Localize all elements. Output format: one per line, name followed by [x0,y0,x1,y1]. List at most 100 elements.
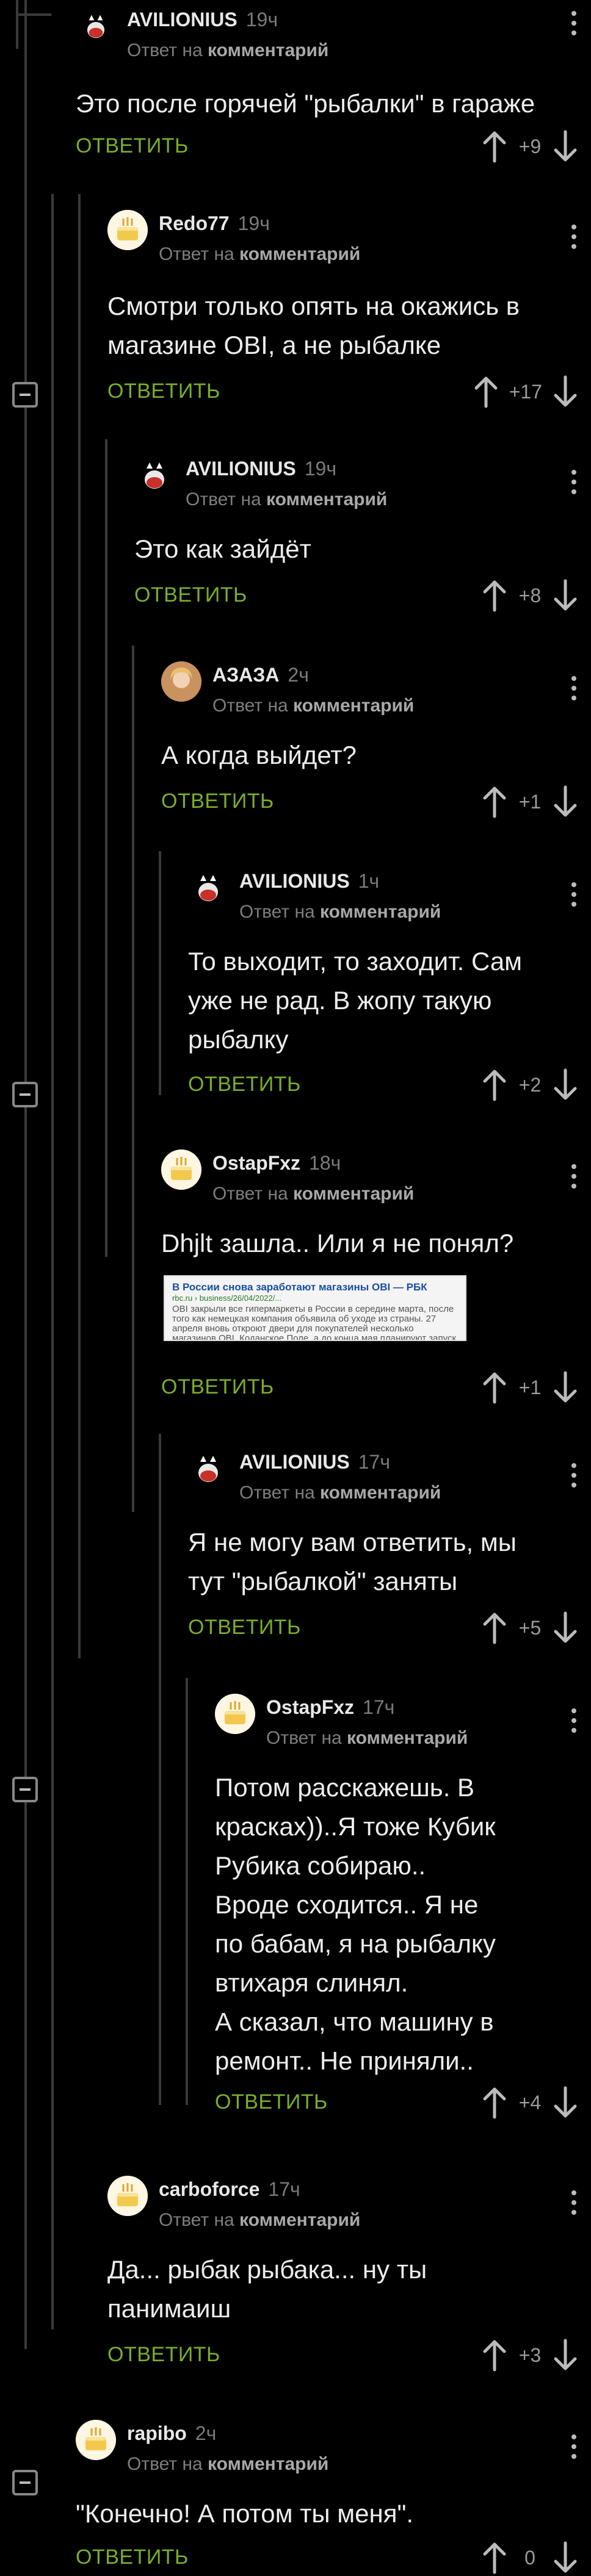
link-preview-image[interactable]: В России снова заработают магазины OBI —… [164,1275,466,1341]
upvote-icon[interactable] [482,2338,507,2372]
comment: OstapFxz 17ч Ответ на комментарий Потом р… [215,1694,591,2133]
comment-author[interactable]: OstapFxz 18ч [212,1152,341,1175]
reply-button[interactable]: ОТВЕТИТЬ [215,2090,328,2114]
avatar[interactable] [107,2176,148,2216]
comment-author[interactable]: rapibo 2ч [127,2422,216,2445]
upvote-icon[interactable] [482,2085,507,2120]
comment-actions: ОТВЕТИТЬ +8 [134,577,591,614]
collapse-thread-button[interactable] [12,382,38,408]
upvote-icon[interactable] [482,129,507,164]
comment-author[interactable]: OstapFxz 17ч [266,1696,394,1719]
avatar[interactable] [161,1149,201,1190]
reply-to-link[interactable]: Ответ на комментарий [127,40,328,61]
upvote-icon[interactable] [482,1611,507,1645]
comment-text: Это как зайдёт [134,534,311,563]
comment-author[interactable]: AVILIONIUS 19ч [186,458,336,480]
upvote-icon[interactable] [482,578,507,613]
reply-button[interactable]: ОТВЕТИТЬ [161,790,274,813]
downvote-icon[interactable] [553,1611,578,1645]
downvote-icon[interactable] [553,129,578,164]
comment-text: Dhjlt зашла.. Или я не понял? [161,1229,514,1257]
collapse-thread-button[interactable] [12,2470,38,2495]
thread-line [186,1678,188,2105]
comment-time: 17ч [358,1451,391,1473]
downvote-icon[interactable] [553,2338,578,2372]
thread-line [16,0,18,49]
comment-text: Я не могу вам ответить, мы тут "рыбалкой… [188,1528,517,1596]
avatar[interactable] [78,9,114,44]
vote-count: +17 [509,380,542,403]
avatar[interactable] [188,1448,228,1489]
comment-author[interactable]: Redo77 19ч [159,212,270,235]
upvote-icon[interactable] [482,785,507,819]
upvote-icon[interactable] [474,375,498,409]
upvote-icon[interactable] [482,1370,507,1405]
comment-time: 19ч [245,9,278,31]
avatar[interactable] [107,210,148,250]
comment-author[interactable]: АЗАЗА 2ч [212,664,309,686]
vote-controls: +8 [482,577,578,614]
downvote-icon[interactable] [553,2085,578,2120]
comment-actions: ОТВЕТИТЬ +3 [107,2337,591,2373]
comment-author[interactable]: carboforce 17ч [159,2178,300,2201]
more-options-icon[interactable] [571,2434,578,2464]
reply-to-link[interactable]: Ответ на комментарий [212,696,414,716]
comment-actions: ОТВЕТИТЬ +1 [161,1369,591,1406]
downvote-icon[interactable] [553,375,578,409]
more-options-icon[interactable] [571,225,578,254]
vote-count: +1 [518,1376,542,1398]
vote-count: +9 [518,135,542,157]
more-options-icon[interactable] [571,1164,578,1193]
comment-time: 19ч [237,212,270,234]
comment-author[interactable]: AVILIONIUS 1ч [239,870,379,893]
downvote-icon[interactable] [553,1370,578,1405]
vote-count: 0 [524,2546,535,2569]
vote-controls: +9 [482,128,578,165]
downvote-icon[interactable] [553,785,578,819]
more-options-icon[interactable] [571,1708,578,1738]
comment: Redo77 19ч Ответ на комментарий Смотри то… [107,210,591,411]
comment-time: 17ч [363,1696,395,1718]
comment-actions: ОТВЕТИТЬ +17 [107,373,591,410]
reply-to-link[interactable]: Ответ на комментарий [239,902,441,923]
reply-to-link[interactable]: Ответ на комментарий [159,2210,360,2231]
reply-to-link[interactable]: Ответ на комментарий [212,1184,414,1204]
reply-to-link[interactable]: Ответ на комментарий [239,1483,441,1503]
avatar[interactable] [161,661,201,702]
downvote-icon[interactable] [553,578,578,613]
more-options-icon[interactable] [571,882,578,912]
vote-controls: +2 [482,1067,578,1103]
avatar[interactable] [76,2420,116,2460]
reply-button[interactable]: ОТВЕТИТЬ [161,1375,274,1399]
collapse-thread-button[interactable] [12,1777,38,1802]
reply-button[interactable]: ОТВЕТИТЬ [188,1616,301,1639]
avatar[interactable] [188,868,228,908]
reply-to-link[interactable]: Ответ на комментарий [159,244,360,265]
reply-button[interactable]: ОТВЕТИТЬ [107,2343,220,2367]
comment-author[interactable]: AVILIONIUS 19ч [127,9,278,31]
collapse-thread-button[interactable] [12,1082,38,1107]
reply-button[interactable]: ОТВЕТИТЬ [107,380,220,403]
comment-actions: ОТВЕТИТЬ +9 [76,128,591,165]
reply-to-link[interactable]: Ответ на комментарий [266,1728,468,1749]
more-options-icon[interactable] [571,2190,578,2220]
more-options-icon[interactable] [571,676,578,705]
comment-text: Потом расскажешь. В красках))..Я тоже Ку… [215,1773,496,2075]
reply-to-link[interactable]: Ответ на комментарий [127,2454,328,2475]
upvote-icon[interactable] [482,1068,507,1102]
more-options-icon[interactable] [571,1463,578,1492]
reply-button[interactable]: ОТВЕТИТЬ [188,1073,301,1096]
comment-author[interactable]: AVILIONIUS 17ч [239,1451,390,1473]
downvote-icon[interactable] [553,2541,578,2575]
avatar[interactable] [134,455,175,495]
reply-button[interactable]: ОТВЕТИТЬ [134,583,247,607]
upvote-icon[interactable] [482,2541,507,2575]
vote-controls: 0 [482,2539,578,2576]
avatar[interactable] [215,1694,255,1734]
more-options-icon[interactable] [571,470,578,499]
downvote-icon[interactable] [553,1068,578,1102]
reply-button[interactable]: ОТВЕТИТЬ [76,2545,189,2569]
reply-button[interactable]: ОТВЕТИТЬ [76,134,189,158]
reply-to-link[interactable]: Ответ на комментарий [186,489,387,510]
more-options-icon[interactable] [571,11,578,40]
